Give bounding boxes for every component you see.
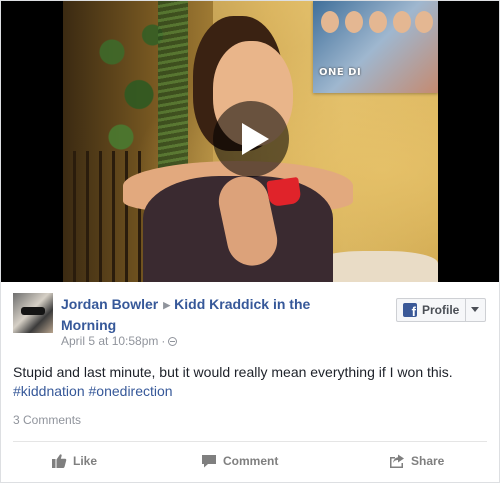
hashtag-link[interactable]: #onedirection xyxy=(89,383,173,399)
comment-icon xyxy=(202,455,216,468)
author-avatar[interactable] xyxy=(13,293,53,333)
poster-face xyxy=(345,11,363,33)
post-body: Stupid and last minute, but it would rea… xyxy=(13,363,489,401)
thumbs-up-icon xyxy=(52,454,67,468)
play-icon xyxy=(242,123,269,155)
wall-poster: ONE DI xyxy=(313,1,438,93)
poster-face xyxy=(321,11,339,33)
author-link[interactable]: Jordan Bowler xyxy=(61,296,158,312)
bed-frame xyxy=(63,151,143,282)
comments-count[interactable]: 3 Comments xyxy=(13,413,81,427)
facebook-icon: f xyxy=(403,303,417,317)
profile-button[interactable]: f Profile xyxy=(397,299,465,321)
video-player[interactable]: ONE DI xyxy=(1,1,499,282)
profile-button-label: Profile xyxy=(422,303,460,317)
like-label: Like xyxy=(73,454,98,468)
share-button[interactable]: Share xyxy=(389,452,444,470)
chevron-down-icon[interactable] xyxy=(466,299,485,321)
share-icon xyxy=(390,454,404,468)
poster-face xyxy=(415,11,433,33)
post-card: ONE DI Jordan Bowler ▶ Kidd Kraddick in th… xyxy=(0,0,500,483)
share-label: Share xyxy=(411,454,445,468)
poster-face xyxy=(393,11,411,33)
poster-label: ONE DI xyxy=(319,67,362,78)
post-meta: April 5 at 10:58pm · xyxy=(61,334,178,348)
profile-button-group: f Profile xyxy=(396,298,486,322)
meta-separator: · xyxy=(161,334,166,348)
like-button[interactable]: Like xyxy=(51,452,97,470)
hashtag-link[interactable]: #kiddnation xyxy=(13,383,85,399)
comment-label: Comment xyxy=(223,454,279,468)
play-button[interactable] xyxy=(213,101,289,177)
poster-face xyxy=(369,11,387,33)
tinsel-garland xyxy=(158,1,188,181)
comment-button[interactable]: Comment xyxy=(201,452,278,470)
post-header: Jordan Bowler ▶ Kidd Kraddick in the Morni… xyxy=(61,294,331,335)
post-timestamp[interactable]: April 5 at 10:58pm xyxy=(61,334,158,348)
triangle-right-icon: ▶ xyxy=(163,300,171,310)
post-message: Stupid and last minute, but it would rea… xyxy=(13,364,453,380)
action-bar: Like Comment Share xyxy=(13,442,487,480)
globe-icon[interactable] xyxy=(168,337,178,346)
